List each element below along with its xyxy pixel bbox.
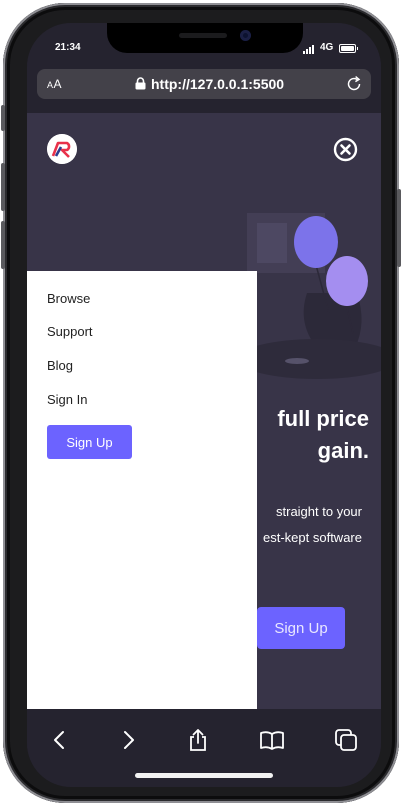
lock-icon [135,77,146,90]
volume-up-button [1,163,5,211]
text-size-label: A [53,77,63,91]
brand-logo-icon[interactable] [47,134,77,164]
web-page: full price gain. straight to your est-ke… [27,113,381,709]
screen: 21:34 4G AA http://127.0.0.1:5500 full p… [27,23,381,787]
reload-icon[interactable] [345,75,363,93]
share-icon[interactable] [185,727,211,753]
status-time: 21:34 [55,42,81,53]
volume-down-button [1,221,5,269]
speaker [179,33,227,38]
forward-icon[interactable] [115,727,141,753]
tabs-icon[interactable] [333,727,359,753]
front-camera [240,30,251,41]
signal-icon [303,45,314,54]
address-bar[interactable]: AA http://127.0.0.1:5500 [37,69,371,99]
url-text[interactable]: http://127.0.0.1:5500 [151,76,284,92]
power-button [397,189,401,267]
battery-level [341,46,354,51]
back-icon[interactable] [47,727,73,753]
battery-icon [339,44,358,53]
silent-switch [1,105,5,131]
drawer-item-browse[interactable]: Browse [47,291,90,306]
status-bar: 21:34 4G [27,23,381,69]
nav-drawer: Browse Support Blog Sign In Sign Up [27,271,257,709]
home-indicator[interactable] [135,773,273,778]
drawer-sign-up-button[interactable]: Sign Up [47,425,132,459]
phone-frame: 21:34 4G AA http://127.0.0.1:5500 full p… [1,3,401,803]
drawer-item-support[interactable]: Support [47,324,93,339]
drawer-item-sign-in[interactable]: Sign In [47,392,87,407]
hero-sign-up-button[interactable]: Sign Up [257,607,345,649]
notch [107,23,303,53]
close-circle-icon[interactable] [333,137,358,162]
bookmarks-icon[interactable] [259,727,285,753]
text-size-button[interactable]: AA [47,77,62,91]
network-type: 4G [320,42,334,53]
drawer-item-blog[interactable]: Blog [47,358,73,373]
